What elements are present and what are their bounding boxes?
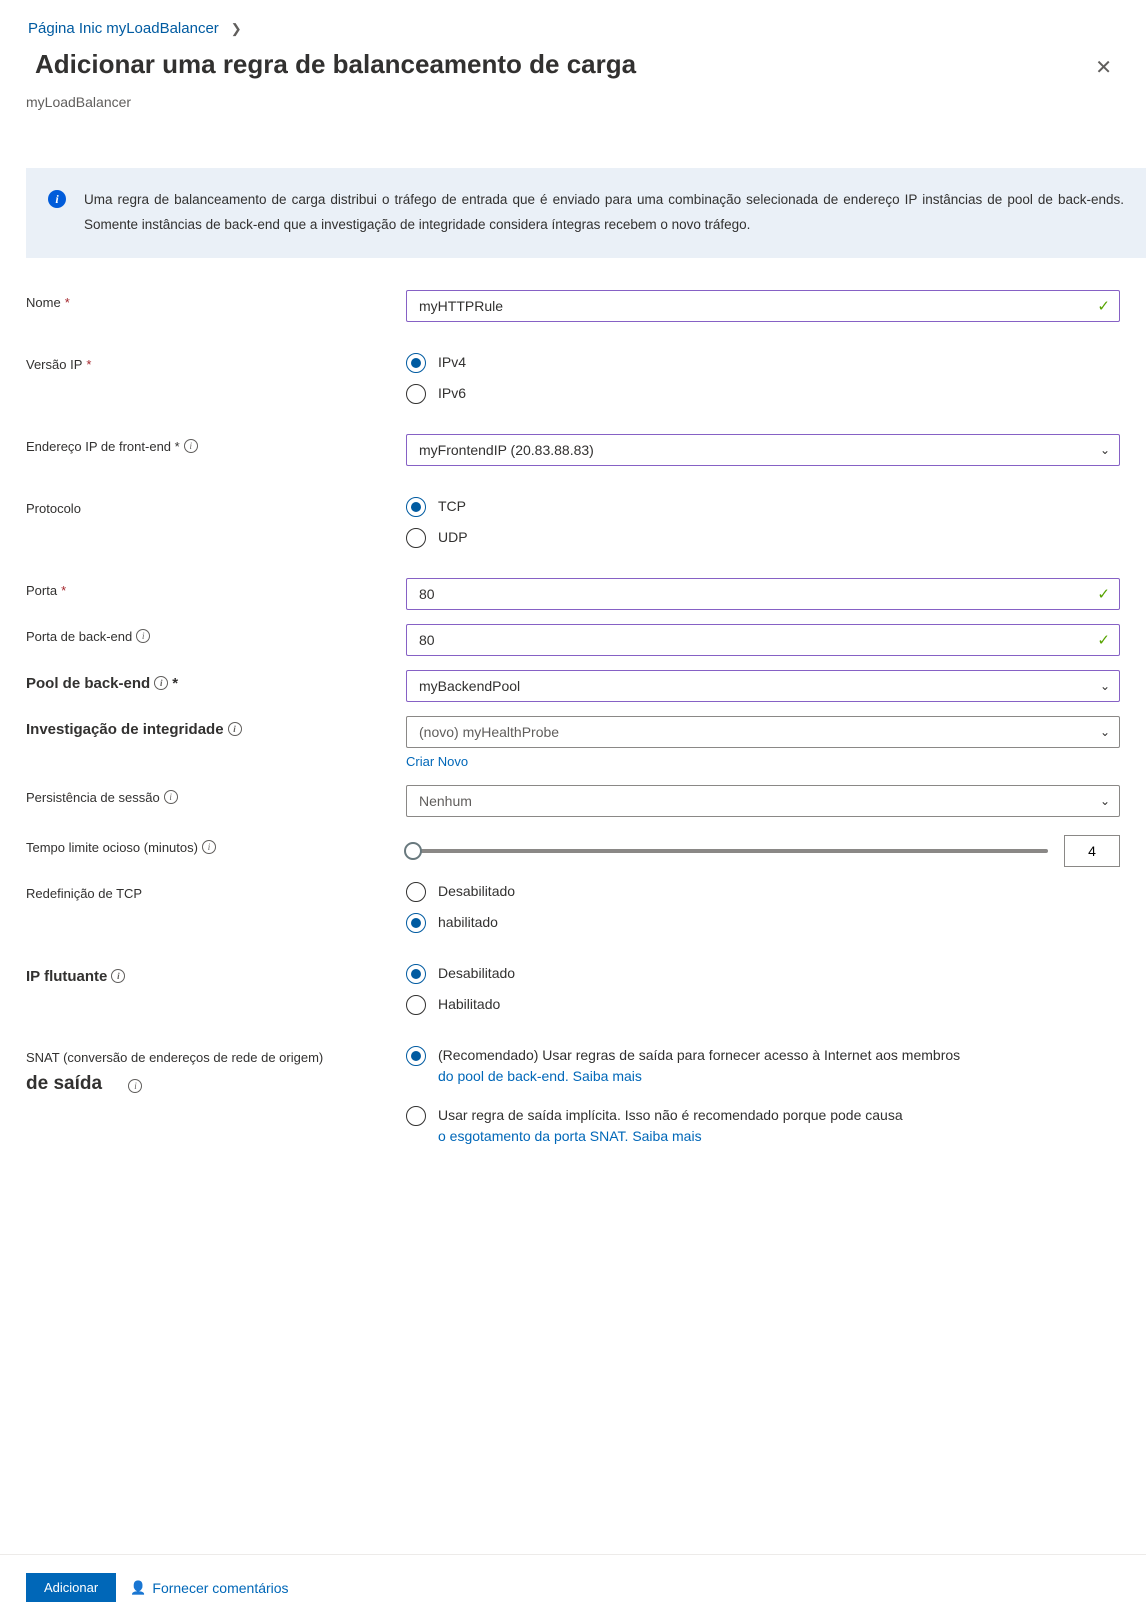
info-icon: i	[48, 190, 66, 208]
idle-value-input[interactable]	[1064, 835, 1120, 867]
breadcrumb-home[interactable]: Página Inic	[28, 20, 102, 37]
radio-label: habilitado	[438, 912, 498, 933]
required-icon: *	[86, 357, 91, 372]
label-backend-port: Porta de back-end i	[26, 624, 406, 644]
radio-icon	[406, 353, 426, 373]
frontend-select[interactable]: myFrontendIP (20.83.88.83)	[406, 434, 1120, 466]
health-probe-select[interactable]: (novo) myHealthProbe	[406, 716, 1120, 748]
snat-link-1[interactable]: do pool de back-end. Saiba mais	[438, 1068, 642, 1084]
row-floating: IP flutuante i Desabilitado Habilitado	[26, 963, 1146, 1015]
radio-label: IPv4	[438, 352, 466, 373]
checkmark-icon: ✓	[1097, 297, 1110, 315]
row-health-probe: Investigação de integridade i (novo) myH…	[26, 716, 1146, 769]
close-icon[interactable]: ✕	[1089, 49, 1118, 86]
label-tcp-reset: Redefinição de TCP	[26, 881, 406, 901]
label-backend-pool: Pool de back-end i*	[26, 670, 406, 692]
radio-icon	[406, 497, 426, 517]
backend-pool-select[interactable]: myBackendPool	[406, 670, 1120, 702]
radio-icon	[406, 995, 426, 1015]
radio-label: Desabilitado	[438, 963, 515, 984]
breadcrumb-resource[interactable]: myLoadBalancer	[106, 20, 219, 37]
radio-tcp-enabled[interactable]: habilitado	[406, 912, 1120, 933]
row-backend-port: Porta de back-end i ✓	[26, 624, 1146, 656]
checkmark-icon: ✓	[1097, 585, 1110, 603]
breadcrumb: Página InicmyLoadBalancer ❯	[0, 0, 1146, 45]
radio-floating-disabled[interactable]: Desabilitado	[406, 963, 1120, 984]
radio-label: Usar regra de saída implícita. Isso não …	[438, 1105, 903, 1147]
backend-port-input[interactable]	[406, 624, 1120, 656]
radio-label: (Recomendado) Usar regras de saída para …	[438, 1045, 960, 1087]
info-tooltip-icon[interactable]: i	[164, 790, 178, 804]
row-protocol: Protocolo TCP UDP	[26, 496, 1146, 548]
label-snat: SNAT (conversão de endereços de rede de …	[26, 1045, 406, 1095]
info-banner: i Uma regra de balanceamento de carga di…	[26, 168, 1146, 258]
required-icon: *	[65, 295, 70, 310]
row-name: Nome * ✓	[26, 290, 1146, 322]
row-idle: Tempo limite ocioso (minutos) i	[26, 835, 1146, 867]
info-tooltip-icon[interactable]: i	[136, 629, 150, 643]
feedback-icon: 👤	[130, 1580, 146, 1596]
radio-label: IPv6	[438, 383, 466, 404]
info-tooltip-icon[interactable]: i	[202, 840, 216, 854]
checkmark-icon: ✓	[1097, 631, 1110, 649]
radio-label: Habilitado	[438, 994, 500, 1015]
add-button[interactable]: Adicionar	[26, 1573, 116, 1602]
label-ipversion: Versão IP *	[26, 352, 406, 372]
required-icon: *	[61, 583, 66, 598]
info-tooltip-icon[interactable]: i	[111, 969, 125, 983]
label-frontend: Endereço IP de front-end * i	[26, 434, 406, 454]
form-content: i Uma regra de balanceamento de carga di…	[0, 110, 1146, 1261]
row-session: Persistência de sessão i Nenhum ⌄	[26, 785, 1146, 817]
radio-snat-recommended[interactable]: (Recomendado) Usar regras de saída para …	[406, 1045, 1120, 1087]
radio-icon	[406, 882, 426, 902]
row-backend-pool: Pool de back-end i* myBackendPool ⌄	[26, 670, 1146, 702]
info-tooltip-icon[interactable]: i	[154, 676, 168, 690]
footer: Adicionar 👤 Fornecer comentários	[0, 1554, 1146, 1620]
radio-label: Desabilitado	[438, 881, 515, 902]
page-title: Adicionar uma regra de balanceamento de …	[35, 49, 636, 80]
radio-ipv6[interactable]: IPv6	[406, 383, 1120, 404]
radio-icon	[406, 1106, 426, 1126]
radio-icon	[406, 964, 426, 984]
radio-label: TCP	[438, 496, 466, 517]
radio-icon	[406, 913, 426, 933]
radio-snat-implicit[interactable]: Usar regra de saída implícita. Isso não …	[406, 1105, 1120, 1147]
row-ipversion: Versão IP * IPv4 IPv6	[26, 352, 1146, 404]
row-tcp-reset: Redefinição de TCP Desabilitado habilita…	[26, 881, 1146, 933]
radio-floating-enabled[interactable]: Habilitado	[406, 994, 1120, 1015]
label-floating: IP flutuante i	[26, 963, 406, 985]
label-health-probe: Investigação de integridade i	[26, 716, 406, 738]
radio-ipv4[interactable]: IPv4	[406, 352, 1120, 373]
panel-header: Adicionar uma regra de balanceamento de …	[0, 45, 1146, 94]
name-input[interactable]	[406, 290, 1120, 322]
label-protocol: Protocolo	[26, 496, 406, 516]
info-text: Uma regra de balanceamento de carga dist…	[84, 188, 1124, 238]
radio-icon	[406, 528, 426, 548]
create-new-link[interactable]: Criar Novo	[406, 754, 468, 769]
row-frontend: Endereço IP de front-end * i myFrontendI…	[26, 434, 1146, 466]
radio-udp[interactable]: UDP	[406, 527, 1120, 548]
radio-label: UDP	[438, 527, 468, 548]
session-select[interactable]: Nenhum	[406, 785, 1120, 817]
row-port: Porta* ✓	[26, 578, 1146, 610]
page-subtitle: myLoadBalancer	[0, 94, 1146, 110]
slider-thumb-icon[interactable]	[404, 842, 422, 860]
chevron-right-icon: ❯	[231, 21, 242, 37]
radio-icon	[406, 384, 426, 404]
label-idle: Tempo limite ocioso (minutos) i	[26, 835, 406, 855]
row-snat: SNAT (conversão de endereços de rede de …	[26, 1045, 1146, 1147]
info-tooltip-icon[interactable]: i	[128, 1079, 142, 1093]
radio-tcp-disabled[interactable]: Desabilitado	[406, 881, 1120, 902]
label-session: Persistência de sessão i	[26, 785, 406, 805]
feedback-link[interactable]: 👤 Fornecer comentários	[130, 1580, 288, 1596]
port-input[interactable]	[406, 578, 1120, 610]
idle-slider[interactable]	[406, 849, 1048, 853]
info-tooltip-icon[interactable]: i	[184, 439, 198, 453]
snat-link-2[interactable]: o esgotamento da porta SNAT. Saiba mais	[438, 1128, 702, 1144]
label-port: Porta*	[26, 578, 406, 598]
label-name: Nome *	[26, 290, 406, 310]
info-tooltip-icon[interactable]: i	[228, 722, 242, 736]
radio-icon	[406, 1046, 426, 1066]
radio-tcp[interactable]: TCP	[406, 496, 1120, 517]
